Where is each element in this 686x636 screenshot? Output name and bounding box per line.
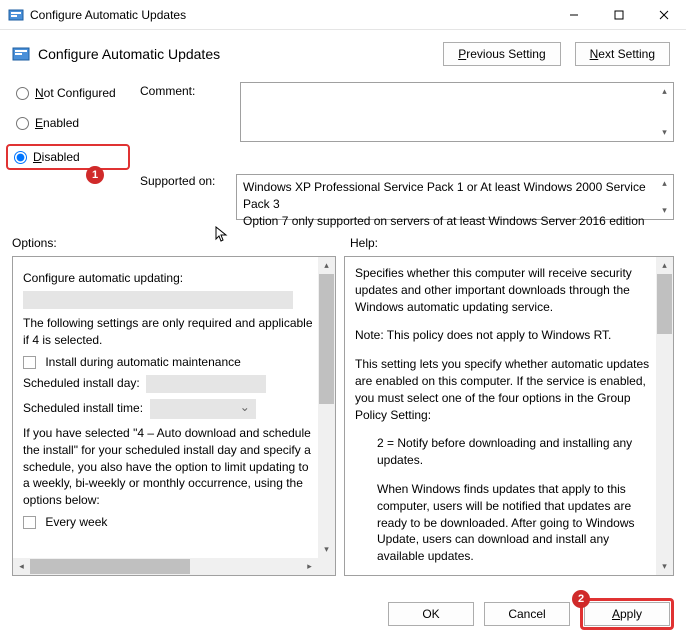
radio-disabled-label: Disabled xyxy=(33,150,80,164)
help-p1: Specifies whether this computer will rec… xyxy=(355,265,653,315)
options-scroll-thumb[interactable] xyxy=(319,274,334,404)
help-p2: Note: This policy does not apply to Wind… xyxy=(355,327,653,344)
ok-button[interactable]: OK xyxy=(388,602,474,626)
options-required-note: The following settings are only required… xyxy=(23,315,315,349)
titlebar: Configure Automatic Updates xyxy=(0,0,686,30)
options-scroll-left[interactable]: ◂ xyxy=(13,558,30,575)
options-scroll-right[interactable]: ▸ xyxy=(301,558,318,575)
options-hscrollbar[interactable]: ◂ ▸ xyxy=(13,558,318,575)
cursor-icon xyxy=(215,226,229,247)
options-scroll-up[interactable]: ▴ xyxy=(318,257,335,274)
options-note4: If you have selected "4 – Auto download … xyxy=(23,425,315,509)
supported-scroll-down[interactable]: ▾ xyxy=(656,202,673,219)
radio-not-configured[interactable]: Not Configured xyxy=(12,84,130,102)
previous-setting-button[interactable]: Previous Setting xyxy=(443,42,560,66)
policy-page-icon xyxy=(12,45,30,63)
annotation-badge-1: 1 xyxy=(86,166,104,184)
options-hscroll-thumb[interactable] xyxy=(30,559,190,574)
window-controls xyxy=(551,0,686,29)
scheduled-time-select[interactable] xyxy=(150,399,256,419)
help-p4: 2 = Notify before downloading and instal… xyxy=(355,435,653,469)
cancel-button[interactable]: Cancel xyxy=(484,602,570,626)
options-scroll-down[interactable]: ▾ xyxy=(318,541,335,558)
install-maintenance-checkbox-box[interactable] xyxy=(23,356,36,369)
header: Configure Automatic Updates Previous Set… xyxy=(0,30,686,70)
radio-not-configured-input[interactable] xyxy=(16,87,29,100)
radio-not-configured-label: Not Configured xyxy=(35,86,116,100)
apply-button[interactable]: Apply xyxy=(584,602,670,626)
every-week-label: Every week xyxy=(45,515,107,529)
scheduled-day-select[interactable] xyxy=(146,375,266,393)
help-p5: When Windows finds updates that apply to… xyxy=(355,481,653,565)
configure-updating-select[interactable] xyxy=(23,291,293,309)
radio-disabled-highlight: Disabled 1 xyxy=(6,144,130,170)
policy-state-row: Not Configured Enabled Disabled 1 Commen… xyxy=(0,70,686,172)
supported-scroll-up[interactable]: ▴ xyxy=(656,175,673,192)
radio-enabled-input[interactable] xyxy=(16,117,29,130)
help-panel: Specifies whether this computer will rec… xyxy=(344,256,674,576)
close-button[interactable] xyxy=(641,0,686,29)
annotation-badge-2: 2 xyxy=(572,590,590,608)
supported-row: Supported on: Windows XP Professional Se… xyxy=(0,172,686,226)
every-week-checkbox[interactable]: Every week xyxy=(23,515,315,529)
options-panel: Configure automatic updating: The follow… xyxy=(12,256,336,576)
next-setting-button[interactable]: Next Setting xyxy=(575,42,670,66)
options-vscrollbar[interactable]: ▴ ▾ xyxy=(318,257,335,558)
maximize-button[interactable] xyxy=(596,0,641,29)
supported-text-content: Windows XP Professional Service Pack 1 o… xyxy=(243,180,646,228)
radio-enabled-label: Enabled xyxy=(35,116,79,130)
scheduled-day-label: Scheduled install day: xyxy=(23,376,140,390)
help-scroll-down[interactable]: ▾ xyxy=(656,558,673,575)
options-scroll-corner xyxy=(318,558,335,575)
dialog-footer: OK Cancel 2 Apply xyxy=(388,598,674,630)
help-label: Help: xyxy=(350,236,378,250)
page-title: Configure Automatic Updates xyxy=(38,46,443,62)
radio-enabled[interactable]: Enabled xyxy=(12,114,130,132)
comment-scroll-down[interactable]: ▾ xyxy=(656,124,673,141)
help-scroll-thumb[interactable] xyxy=(657,274,672,334)
options-label: Options: xyxy=(12,236,330,250)
help-p3: This setting lets you specify whether au… xyxy=(355,356,653,423)
comment-label: Comment: xyxy=(140,82,230,170)
radio-disabled-input[interactable] xyxy=(14,151,27,164)
install-maintenance-checkbox[interactable]: Install during automatic maintenance xyxy=(23,355,315,369)
policy-icon xyxy=(8,7,24,23)
help-vscrollbar[interactable]: ▴ ▾ xyxy=(656,257,673,575)
supported-text: Windows XP Professional Service Pack 1 o… xyxy=(236,174,674,220)
help-scroll-up[interactable]: ▴ xyxy=(656,257,673,274)
radio-disabled[interactable]: Disabled xyxy=(14,150,122,164)
supported-label: Supported on: xyxy=(140,174,226,188)
minimize-button[interactable] xyxy=(551,0,596,29)
apply-highlight: 2 Apply xyxy=(580,598,674,630)
install-maintenance-label: Install during automatic maintenance xyxy=(45,355,240,369)
every-week-checkbox-box[interactable] xyxy=(23,516,36,529)
configure-updating-label: Configure automatic updating: xyxy=(23,271,315,285)
window-title: Configure Automatic Updates xyxy=(30,8,551,22)
comment-scroll-up[interactable]: ▴ xyxy=(656,83,673,100)
scheduled-time-label: Scheduled install time: xyxy=(23,401,143,415)
comment-textarea[interactable]: ▴ ▾ xyxy=(240,82,674,142)
